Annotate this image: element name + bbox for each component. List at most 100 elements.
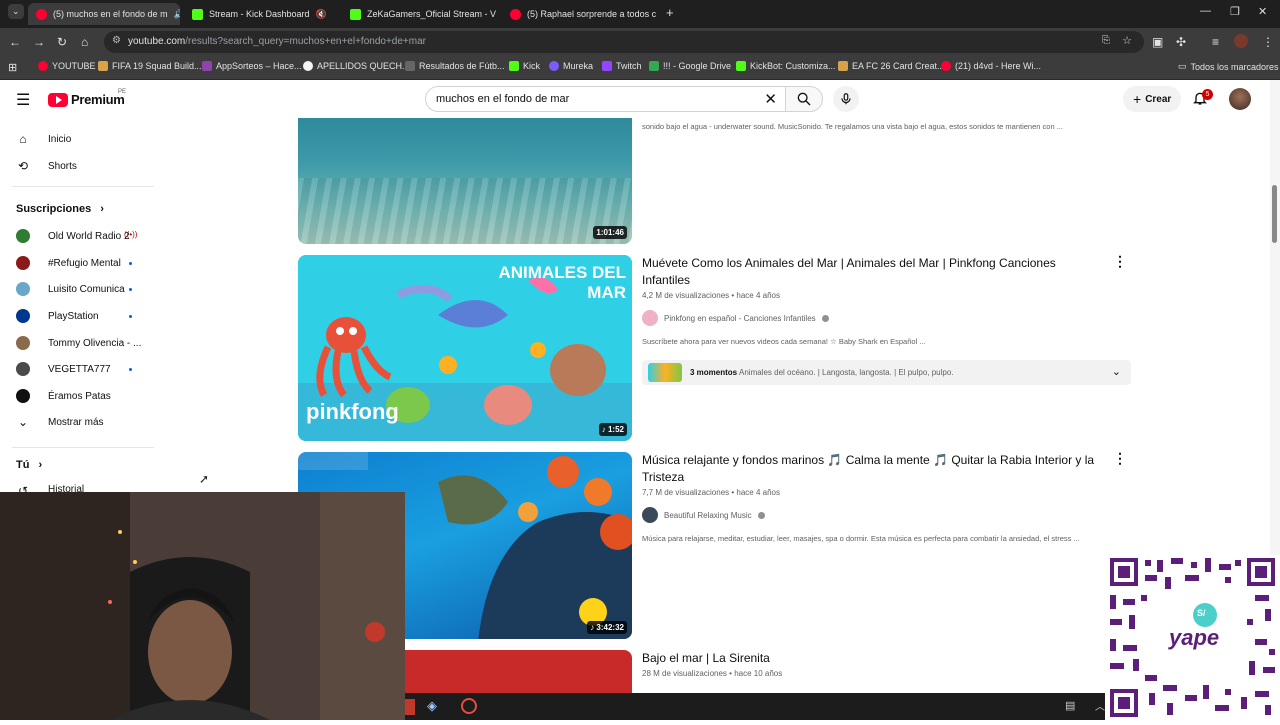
sidebar-item-old-world-radio[interactable]: Old World Radio 2 [16,229,130,243]
sidebar-item-label: VEGETTA777 [48,363,111,375]
search-input[interactable]: muchos en el fondo de mar ✕ [425,86,785,112]
video-title[interactable]: Muévete Como los Animales del Mar | Anim… [642,255,1102,289]
menu-icon[interactable]: ⋮ [1262,35,1274,49]
tab-youtube-raphael[interactable]: (5) Raphael sorprende a todos c ✕ [502,3,658,25]
youtube-icon [941,61,951,71]
sidebar-item-playstation[interactable]: PlayStation [16,309,99,323]
new-tab-icon[interactable]: + [666,5,674,20]
extension-icon[interactable]: ▣ [1152,35,1163,49]
youtube-premium-logo[interactable]: Premium PE [48,89,126,107]
bookmark-d4vd[interactable]: (21) d4vd - Here Wi... [941,61,1041,71]
scrollbar-thumb[interactable] [1272,185,1277,243]
sea-floor [298,178,632,244]
bookmark-twitch[interactable]: Twitch [602,61,642,71]
minimize-icon[interactable]: — [1200,5,1211,17]
youtube-logo-icon [48,92,68,107]
forward-icon[interactable]: → [33,35,45,49]
maximize-icon[interactable]: ❐ [1230,5,1240,18]
microphone-icon [841,93,851,105]
bookmark-mureka[interactable]: Mureka [549,61,593,71]
sidebar-item-eramos-patas[interactable]: Éramos Patas [16,389,111,403]
qr-currency: S/ [1197,608,1206,618]
tab-kick-dashboard[interactable]: Stream - Kick Dashboard 🔇 ✕ [184,3,338,25]
more-actions-icon[interactable]: ⋮ [1113,253,1127,270]
home-icon[interactable]: ⌂ [81,35,88,49]
search-button[interactable] [785,86,823,112]
bookmark-apellidos[interactable]: APELLIDOS QUECH... [303,61,410,71]
profile-icon[interactable] [1234,34,1248,48]
show-more-button[interactable]: ⌄ Mostrar más [16,415,104,429]
bookmark-youtube[interactable]: YOUTUBE [38,61,96,71]
sidebar-item-vegetta[interactable]: VEGETTA777 [16,362,111,376]
sidebar-item-inicio[interactable]: ⌂ Inicio [16,132,71,146]
media-control-icon[interactable]: ≡ [1212,35,1219,49]
video-duration: 1:52 [607,425,624,434]
channel-avatar [16,336,30,350]
sidebar-item-tommy[interactable]: Tommy Olivencia - ... [16,336,141,350]
system-tray-icon[interactable]: ▤ [1065,699,1075,712]
video-title[interactable]: Música relajante y fondos marinos 🎵 Calm… [642,452,1102,486]
avatar[interactable] [1229,88,1251,110]
apps-icon[interactable]: ⊞ [8,61,17,74]
thumbnail-title: ANIMALES DEL MAR [498,263,627,302]
hamburger-menu-icon[interactable]: ☰ [16,90,30,110]
bookmark-fifa[interactable]: FIFA 19 Squad Build... [98,61,202,71]
video-description: Música para relajarse, meditar, estudiar… [642,534,1080,543]
voice-search-button[interactable] [833,86,859,112]
more-actions-icon[interactable]: ⋮ [1113,450,1127,467]
subscriptions-heading[interactable]: Suscripciones › [16,203,104,215]
video-thumbnail[interactable]: 1:01:46 [298,118,632,244]
tray-expand-icon[interactable]: ︿ [1095,698,1105,713]
channel-avatar [642,310,658,326]
sidebar-item-label: Éramos Patas [48,390,111,402]
new-content-dot [129,368,132,371]
install-icon[interactable]: ⎘ [1102,35,1110,46]
sidebar-item-luisito[interactable]: Luisito Comunica [16,282,125,296]
sidebar-item-label: Shorts [48,160,77,172]
back-icon[interactable]: ← [9,35,21,49]
video-title[interactable]: Bajo el mar | La Sirenita [642,650,1102,667]
all-bookmarks[interactable]: ▭ Todos los marcadores [1178,61,1279,72]
key-moments-bar[interactable]: 3 momentos Animales del océano. | Langos… [642,360,1131,385]
site-info-icon[interactable]: ⚙ [112,35,121,46]
bookmark-kickbot[interactable]: KickBot: Customiza... [736,61,836,71]
yape-qr-code: S/ yape [1105,555,1280,720]
clear-search-icon[interactable]: ✕ [764,90,777,108]
chevron-down-icon[interactable]: ⌄ [1112,365,1121,378]
video-thumbnail[interactable]: ANIMALES DEL MAR pinkfong ♪ 1:52 [298,255,632,441]
bookmark-appsorteos[interactable]: AppSorteos – Hace... [202,61,302,71]
sidebar: ⌂ Inicio ⟲ Shorts Suscripciones › Old Wo… [0,118,160,493]
tab-search-icon[interactable]: ⌄ [8,4,24,19]
mureka-icon [549,61,559,71]
channel-link[interactable]: Beautiful Relaxing Music [642,507,765,523]
address-bar[interactable]: ⚙ youtube.com/results?search_query=mucho… [104,31,1144,53]
bookmark-star-icon[interactable]: ☆ [1122,34,1132,47]
bookmark-label: (21) d4vd - Here Wi... [955,61,1042,71]
subscriptions-title: Suscripciones [16,203,92,215]
close-window-icon[interactable]: ✕ [1258,5,1267,18]
sidebar-item-refugio-mental[interactable]: #Refugio Mental [16,256,121,270]
bookmark-eafc[interactable]: EA FC 26 Card Creat... [838,61,945,71]
moments-thumbnail [648,363,682,382]
bookmark-kick[interactable]: Kick [509,61,540,71]
reload-icon[interactable]: ↻ [57,35,67,49]
sidebar-item-shorts[interactable]: ⟲ Shorts [16,159,77,173]
channel-link[interactable]: Pinkfong en español - Canciones Infantil… [642,310,829,326]
tab-youtube-search[interactable]: (5) muchos en el fondo de m 🔊 ✕ [28,3,180,25]
bookmark-label: YOUTUBE [52,61,96,71]
puzzle-icon[interactable]: ✣ [1176,35,1186,49]
tab-kick-stream[interactable]: ZeKaGamers_Oficial Stream - V ✕ [342,3,500,25]
divider [12,186,154,187]
all-bookmarks-label: Todos los marcadores [1190,61,1279,72]
sidebar-item-label: Tommy Olivencia - ... [48,337,142,349]
you-heading[interactable]: Tú › [16,459,42,471]
app-icon[interactable] [405,699,415,715]
recording-app-icon[interactable] [461,698,477,714]
bookmark-google-drive[interactable]: !!! - Google Drive [649,61,731,71]
new-content-dot [129,288,132,291]
bookmark-resultados[interactable]: Resultados de Fútb... [405,61,505,71]
create-button[interactable]: + Crear [1123,86,1182,112]
google-drive-icon [649,61,659,71]
you-title: Tú [16,459,30,471]
steam-icon[interactable]: ◈ [427,698,437,714]
